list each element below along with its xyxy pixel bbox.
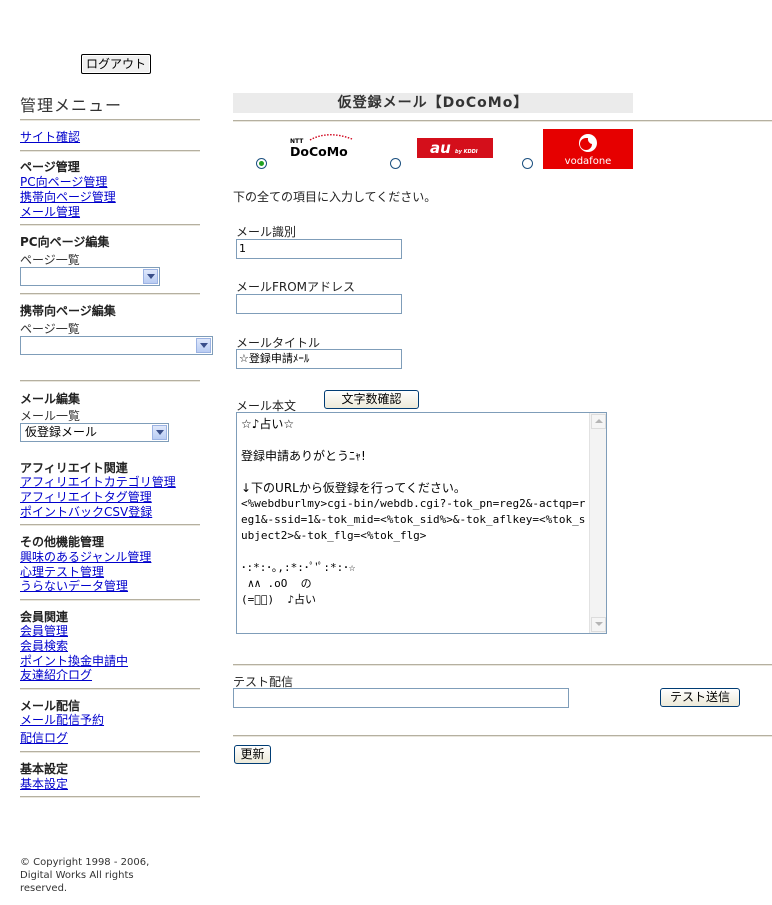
pc-page-select[interactable] — [20, 267, 160, 286]
chevron-down-icon[interactable] — [152, 425, 167, 440]
vodafone-radio[interactable] — [522, 158, 533, 169]
instruction-text: 下の全ての項目に入力してください。 — [233, 190, 437, 204]
body-line: ↓下のURLから仮登録を行ってください。 — [241, 481, 466, 495]
divider — [20, 150, 200, 152]
divider — [20, 796, 200, 798]
body-line: ･:*:･｡,:*:･ﾟ'ﾟ:*:･☆ — [241, 561, 356, 574]
divider — [20, 293, 200, 295]
divider — [20, 688, 200, 690]
mail-body-textarea[interactable]: ☆♪占い☆ 登録申請ありがとうﾆｬ! ↓下のURLから仮登録を行ってください。 <%w… — [236, 412, 607, 634]
delivery-log-link[interactable]: 配信ログ — [20, 729, 68, 746]
divider — [20, 751, 200, 753]
docomo-logo: NTT DoCoMo — [290, 134, 353, 159]
mail-body-content[interactable]: ☆♪占い☆ 登録申請ありがとうﾆｬ! ↓下のURLから仮登録を行ってください。 <%w… — [241, 416, 586, 608]
mail-title-input[interactable]: ☆登録申請ﾒｰﾙ — [236, 349, 402, 369]
mobile-page-select[interactable] — [20, 336, 213, 355]
vodafone-text: vodafone — [565, 156, 612, 167]
mail-mgmt-link[interactable]: メール管理 — [20, 203, 80, 220]
from-address-input[interactable] — [236, 294, 402, 314]
page-title: 仮登録メール【DoCoMo】 — [233, 93, 633, 113]
site-check-link[interactable]: サイト確認 — [20, 128, 80, 145]
textarea-scrollbar[interactable] — [589, 413, 606, 633]
basic-settings-link[interactable]: 基本設定 — [20, 775, 68, 792]
divider — [233, 735, 772, 737]
copyright: © Copyright 1998 - 2006, Digital Works A… — [20, 857, 150, 894]
char-count-button[interactable]: 文字数確認 — [324, 390, 419, 409]
from-address-label: メールFROMアドレス — [236, 280, 356, 294]
divider — [233, 664, 772, 666]
pc-edit-heading: PC向ページ編集 — [20, 235, 110, 249]
mail-list-label: メール一覧 — [20, 409, 81, 423]
delivery-schedule-link[interactable]: メール配信予約 — [20, 711, 104, 728]
divider — [20, 224, 200, 226]
chevron-down-icon[interactable] — [196, 338, 211, 353]
pc-page-list-label: ページ一覧 — [20, 253, 80, 267]
logout-button[interactable]: ログアウト — [81, 54, 151, 74]
menu-title: 管理メニュー — [20, 96, 123, 115]
body-line: ∧∧ .oO の — [241, 577, 312, 590]
select-value: 仮登録メール — [25, 425, 98, 439]
fortune-data-link[interactable]: うらないデータ管理 — [20, 577, 128, 594]
divider — [20, 380, 200, 382]
mail-select[interactable]: 仮登録メール — [20, 423, 169, 442]
update-button[interactable]: 更新 — [234, 745, 271, 764]
au-kddi-text: by KDDI — [455, 149, 478, 155]
divider — [20, 119, 200, 121]
test-send-button[interactable]: テスト送信 — [660, 688, 740, 707]
divider — [20, 599, 200, 601]
au-radio[interactable] — [390, 158, 401, 169]
docomo-text: DoCoMo — [290, 144, 348, 159]
mail-id-label: メール識別 — [236, 225, 297, 239]
friend-referral-link[interactable]: 友達紹介ログ — [20, 666, 92, 683]
body-line: (=ﾟﾟ) ♪占い — [241, 593, 316, 606]
mobile-edit-heading: 携帯向ページ編集 — [20, 304, 116, 318]
vodafone-logo: vodafone — [543, 129, 633, 169]
body-line — [241, 432, 586, 448]
mail-id-input[interactable]: 1 — [236, 239, 402, 259]
body-line: 登録申請ありがとうﾆｬ! — [241, 449, 366, 463]
mail-edit-heading: メール編集 — [20, 392, 81, 406]
chevron-down-icon[interactable] — [143, 269, 158, 284]
pointback-csv-link[interactable]: ポイントバックCSV登録 — [20, 503, 152, 520]
divider — [233, 120, 772, 122]
body-url: <%webdburlmy>cgi-bin/webdb.cgi?-tok_pn=r… — [241, 497, 586, 542]
au-text: au — [430, 139, 451, 157]
body-line: ☆♪占い☆ — [241, 417, 295, 431]
divider — [20, 524, 200, 526]
test-delivery-input[interactable] — [233, 688, 569, 708]
scroll-up-icon[interactable] — [591, 414, 606, 429]
docomo-radio[interactable] — [256, 158, 267, 169]
scroll-down-icon[interactable] — [591, 617, 606, 632]
body-line — [241, 464, 586, 480]
mobile-page-list-label: ページ一覧 — [20, 322, 80, 336]
au-logo: au by KDDI — [417, 138, 493, 158]
